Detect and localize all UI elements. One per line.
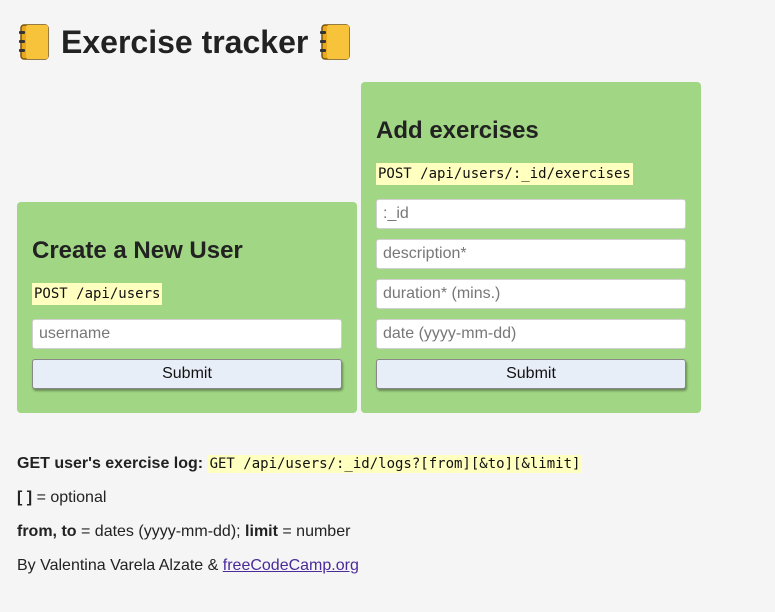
optional-note: [ ] = optional xyxy=(17,487,106,509)
create-user-submit-button[interactable]: Submit xyxy=(32,359,342,389)
log-endpoint-line: GET user's exercise log: GET /api/users/… xyxy=(17,453,583,475)
credit-line: By Valentina Varela Alzate & freeCodeCam… xyxy=(17,555,359,577)
add-exercise-submit-button[interactable]: Submit xyxy=(376,359,686,389)
notebook-icon xyxy=(19,24,49,60)
add-exercise-heading: Add exercises xyxy=(376,117,539,144)
page-title: Exercise tracker xyxy=(17,20,352,64)
freecodecamp-link[interactable]: freeCodeCamp.org xyxy=(223,557,359,574)
credit-text: By Valentina Varela Alzate & xyxy=(17,557,219,574)
limit-label: limit xyxy=(245,523,278,540)
log-endpoint: GET /api/users/:_id/logs?[from][&to][&li… xyxy=(207,455,583,473)
params-note: from, to = dates (yyyy-mm-dd); limit = n… xyxy=(17,521,350,543)
add-exercise-endpoint: POST /api/users/:_id/exercises xyxy=(376,163,633,185)
create-user-form: Create a New User POST /api/users Submit xyxy=(17,202,357,413)
limit-text: = number xyxy=(282,523,351,540)
optional-text: = optional xyxy=(36,489,107,506)
duration-input[interactable] xyxy=(376,279,686,309)
from-to-label: from, to xyxy=(17,523,77,540)
create-user-endpoint: POST /api/users xyxy=(32,283,163,305)
notebook-icon xyxy=(320,24,351,60)
username-input[interactable] xyxy=(32,319,342,349)
add-exercise-form: Add exercises POST /api/users/:_id/exerc… xyxy=(361,82,701,413)
description-input[interactable] xyxy=(376,239,686,269)
date-input[interactable] xyxy=(376,319,686,349)
from-to-text: = dates (yyyy-mm-dd); xyxy=(81,523,241,540)
user-id-input[interactable] xyxy=(376,199,686,229)
log-label: GET user's exercise log: xyxy=(17,455,204,472)
page-title-text: Exercise tracker xyxy=(61,23,309,60)
optional-bracket: [ ] xyxy=(17,489,33,506)
create-user-heading: Create a New User xyxy=(32,237,243,264)
